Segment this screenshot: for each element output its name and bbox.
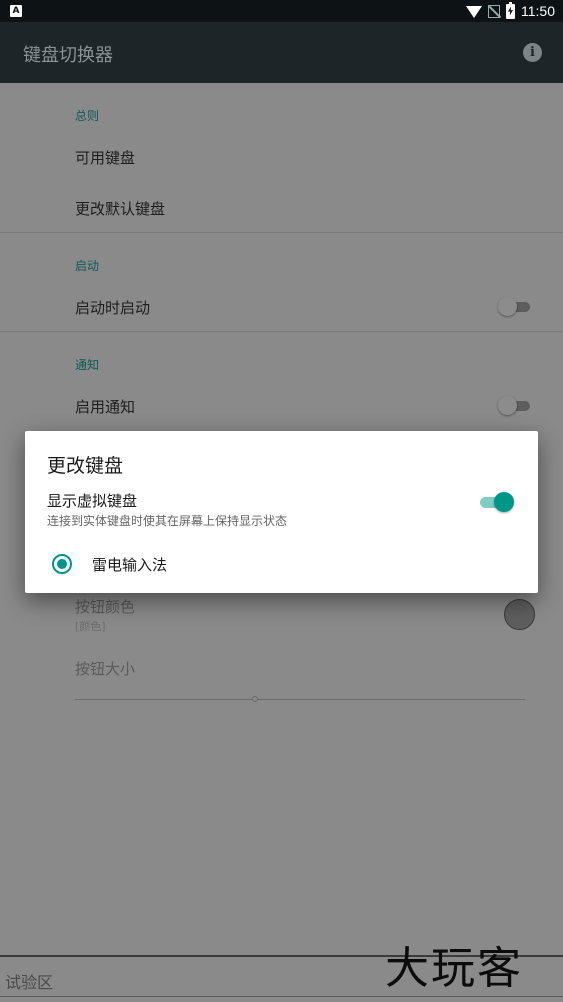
battery-charging-icon [506, 1, 515, 19]
no-sim-icon [488, 4, 500, 18]
section-header-startup: 启动 [75, 259, 100, 273]
settings-item-launch-on-boot[interactable]: 启动时启动 [75, 297, 150, 318]
wifi-icon [466, 6, 482, 18]
switch-thumb [494, 492, 514, 512]
watermark: 大玩客 [385, 943, 523, 994]
button-size-slider[interactable] [75, 699, 525, 700]
button-color-value: [颜色] [75, 620, 106, 633]
status-bar: A 11:50 [0, 0, 563, 22]
divider [0, 232, 563, 233]
show-virtual-keyboard-description: 连接到实体键盘时使其在屏幕上保持显示状态 [47, 514, 288, 528]
test-area-underline [0, 996, 563, 997]
launch-on-boot-switch[interactable] [498, 297, 530, 316]
test-area-input[interactable]: 试验区 [5, 969, 53, 993]
settings-item-enable-notification[interactable]: 启用通知 [75, 396, 135, 417]
clock: 11:50 [521, 3, 555, 19]
settings-item-change-default-keyboard[interactable]: 更改默认键盘 [75, 198, 165, 219]
status-icons: 11:50 [466, 0, 555, 22]
app-title: 键盘切换器 [23, 45, 113, 66]
slider-thumb[interactable] [252, 696, 258, 702]
settings-item-available-keyboards[interactable]: 可用键盘 [75, 147, 135, 168]
keyboard-option-label[interactable]: 雷电输入法 [92, 554, 167, 575]
button-color-swatch[interactable] [504, 599, 535, 630]
switch-thumb [498, 396, 517, 415]
dialog-title: 更改键盘 [47, 455, 124, 477]
notification-a-icon: A [10, 5, 22, 17]
show-virtual-keyboard-label[interactable]: 显示虚拟键盘 [47, 490, 137, 511]
section-header-general: 总则 [75, 109, 100, 123]
divider [0, 331, 563, 332]
info-icon[interactable]: i [523, 43, 542, 62]
settings-item-button-color[interactable]: 按钮颜色 [75, 596, 135, 617]
settings-item-button-size: 按钮大小 [75, 660, 136, 678]
show-virtual-keyboard-switch[interactable] [480, 492, 514, 512]
change-keyboard-dialog: 更改键盘 显示虚拟键盘 连接到实体键盘时使其在屏幕上保持显示状态 雷电输入法 [25, 431, 538, 593]
enable-notification-switch[interactable] [498, 396, 530, 415]
keyboard-radio-button[interactable] [52, 554, 72, 574]
switch-thumb [498, 297, 517, 316]
app-bar: 键盘切换器 i [0, 22, 563, 83]
section-header-notification: 通知 [75, 358, 100, 372]
